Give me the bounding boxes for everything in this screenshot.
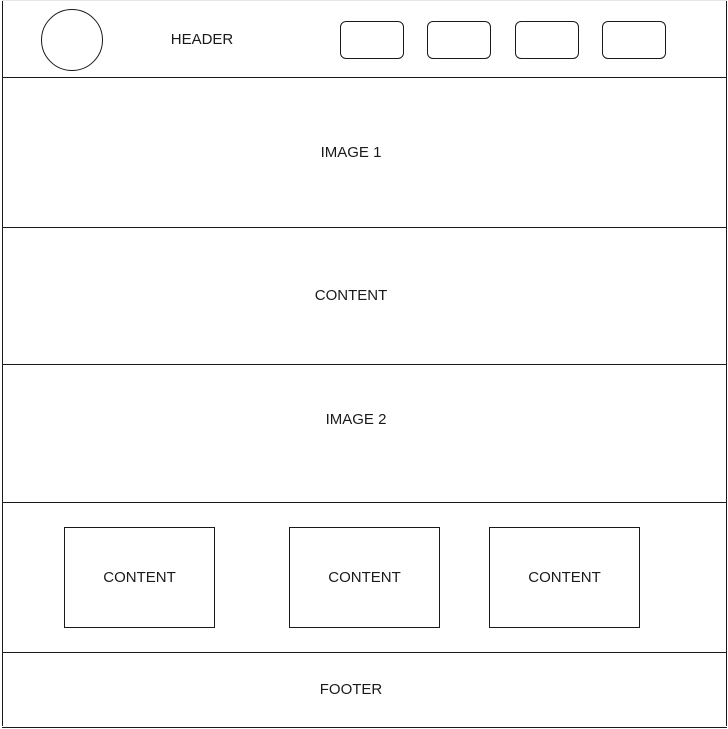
content-card-2[interactable]: CONTENT bbox=[289, 527, 440, 628]
logo-placeholder-circle[interactable] bbox=[41, 9, 103, 71]
content-card-1[interactable]: CONTENT bbox=[64, 527, 215, 628]
header-section: HEADER bbox=[2, 0, 727, 78]
content-card-label: CONTENT bbox=[528, 568, 601, 586]
image1-section: IMAGE 1 bbox=[2, 78, 727, 228]
header-label: HEADER bbox=[170, 31, 234, 48]
image2-label: IMAGE 2 bbox=[325, 411, 387, 428]
content-card-3[interactable]: CONTENT bbox=[489, 527, 640, 628]
content-card-label: CONTENT bbox=[103, 568, 176, 586]
content-main-label: CONTENT bbox=[314, 287, 388, 304]
image1-label: IMAGE 1 bbox=[320, 144, 382, 161]
footer-label: FOOTER bbox=[319, 681, 383, 698]
image2-section: IMAGE 2 bbox=[2, 365, 727, 503]
content-main-section: CONTENT bbox=[2, 228, 727, 365]
footer-section: FOOTER bbox=[2, 653, 727, 728]
nav-button-3[interactable] bbox=[515, 21, 579, 59]
nav-button-1[interactable] bbox=[340, 21, 404, 59]
content-card-label: CONTENT bbox=[328, 568, 401, 586]
nav-button-2[interactable] bbox=[427, 21, 491, 59]
nav-button-4[interactable] bbox=[602, 21, 666, 59]
